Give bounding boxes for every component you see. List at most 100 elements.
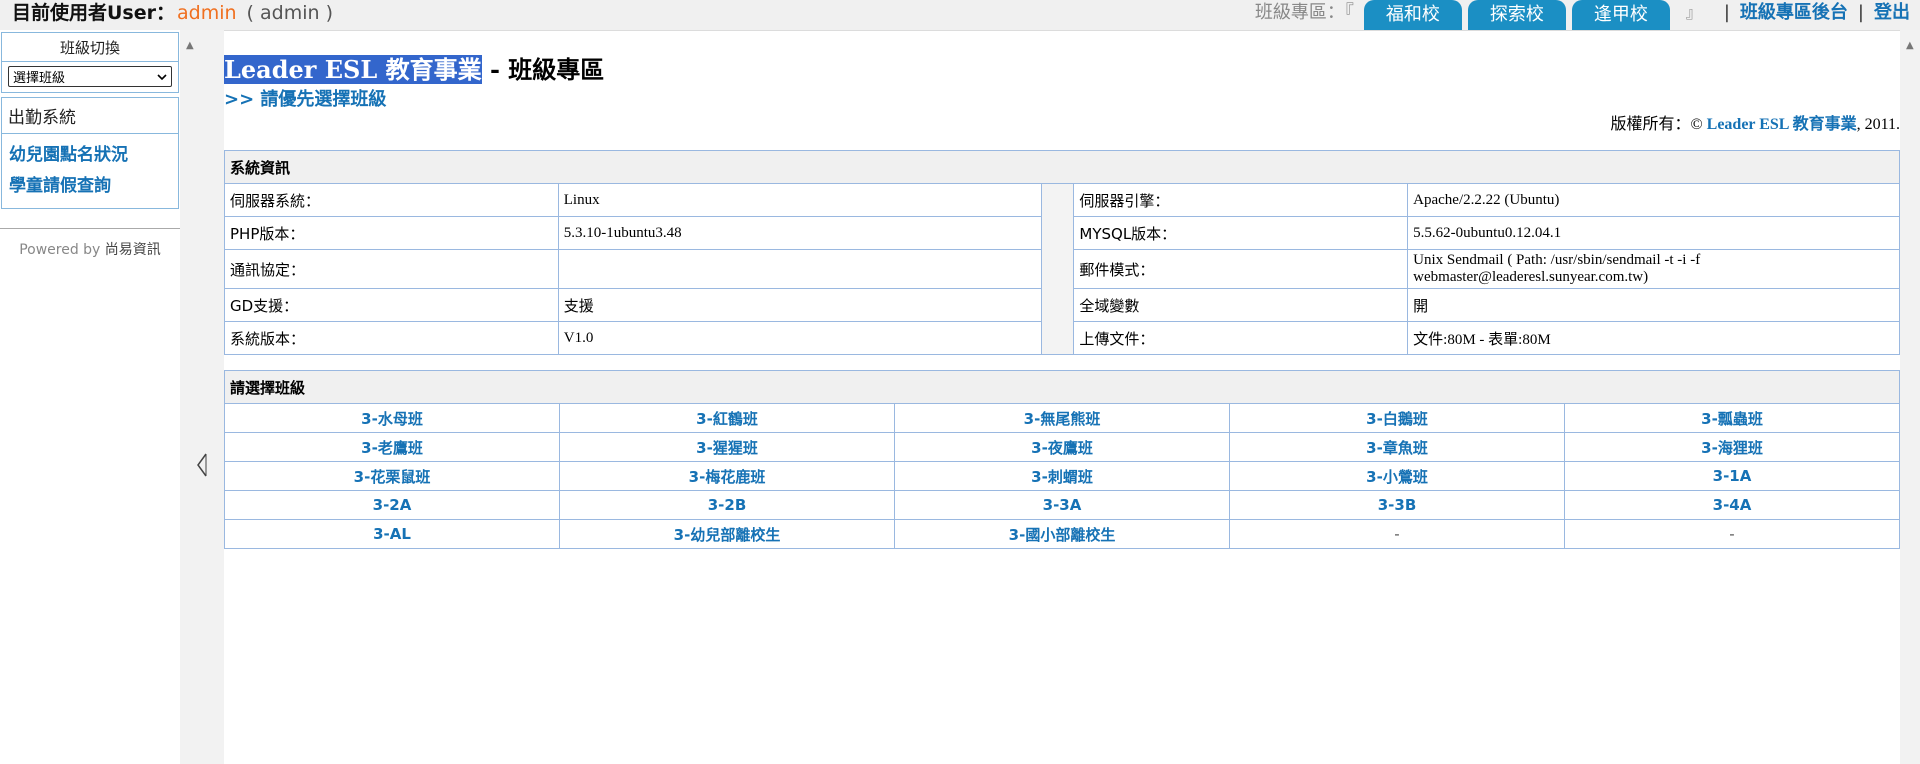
- class-link[interactable]: 3-國小部離校生: [1009, 526, 1116, 544]
- class-cell: 3-水母班: [224, 403, 560, 433]
- copyright-brand: Leader ESL 教育事業: [1706, 116, 1857, 133]
- info-value: 5.5.62-0ubuntu0.12.04.1: [1407, 216, 1900, 250]
- class-cell: 3-AL: [224, 519, 560, 549]
- info-label: MYSQL版本：: [1073, 216, 1409, 250]
- separator: |: [1723, 2, 1730, 23]
- zone-label: 班級專區：『: [1254, 2, 1354, 23]
- class-cell: 3-刺蝟班: [894, 461, 1230, 491]
- info-value: V1.0: [557, 321, 1043, 355]
- class-cell: 3-2B: [559, 490, 895, 520]
- class-link[interactable]: 3-3A: [1043, 496, 1082, 514]
- class-cell: 3-猩猩班: [559, 432, 895, 462]
- class-link[interactable]: 3-幼兒部離校生: [674, 526, 781, 544]
- class-link[interactable]: 3-4A: [1713, 496, 1752, 514]
- info-label: 通訊協定：: [224, 249, 559, 289]
- copyright-suffix: , 2011.: [1856, 116, 1900, 133]
- table-row: 3-老鷹班 3-猩猩班 3-夜鷹班 3-章魚班 3-海狸班: [224, 432, 1900, 462]
- select-class-notice[interactable]: >> 請優先選擇班級: [224, 85, 386, 111]
- class-link[interactable]: 3-水母班: [361, 410, 423, 428]
- page-title: Leader ESL 教育事業 - 班級專區: [224, 50, 604, 85]
- admin-backend-link[interactable]: 班級專區後台: [1740, 0, 1848, 26]
- class-link[interactable]: 3-無尾熊班: [1024, 410, 1101, 428]
- class-link[interactable]: 3-2B: [708, 496, 747, 514]
- info-value: [557, 249, 1043, 289]
- class-link[interactable]: 3-章魚班: [1366, 439, 1428, 457]
- class-cell: 3-2A: [224, 490, 560, 520]
- page-title-brand: Leader ESL 教育事業: [224, 55, 482, 84]
- class-link[interactable]: 3-白鵝班: [1366, 410, 1428, 428]
- main-content: Leader ESL 教育事業 - 班級專區 >> 請優先選擇班級 版權所有：©…: [224, 30, 1900, 764]
- info-label: PHP版本：: [224, 216, 559, 250]
- class-link[interactable]: 3-瓢蟲班: [1701, 410, 1763, 428]
- class-switch-panel: 班級切換 選擇班級: [1, 32, 179, 93]
- powered-by-name: 尚易資訊: [104, 242, 161, 258]
- copyright-prefix: 版權所有：©: [1610, 116, 1703, 133]
- powered-by-label: Powered by: [19, 242, 101, 258]
- class-link[interactable]: 3-3B: [1378, 496, 1417, 514]
- class-selection-heading: 請選擇班級: [224, 370, 1900, 404]
- class-cell: 3-章魚班: [1229, 432, 1565, 462]
- info-value: Linux: [557, 183, 1043, 217]
- table-row: 伺服器系統： Linux 伺服器引擎： Apache/2.2.22 (Ubunt…: [224, 183, 1900, 355]
- class-select-value: 選擇班級: [13, 71, 66, 86]
- info-label: GD支援：: [224, 288, 559, 322]
- table-row: 3-AL 3-幼兒部離校生 3-國小部離校生 - -: [224, 519, 1900, 549]
- scroll-up-icon[interactable]: ▲: [186, 40, 194, 51]
- table-row: 3-花栗鼠班 3-梅花鹿班 3-刺蝟班 3-小鶯班 3-1A: [224, 461, 1900, 491]
- copyright: 版權所有：© Leader ESL 教育事業, 2011.: [1610, 110, 1900, 134]
- chevron-down-icon: [157, 73, 167, 80]
- info-value: 文件:80M - 表單:80M: [1407, 321, 1900, 355]
- class-link[interactable]: 3-海狸班: [1701, 439, 1763, 457]
- class-cell: 3-夜鷹班: [894, 432, 1230, 462]
- info-label: 伺服器引擎：: [1073, 183, 1409, 217]
- tab-fengjia[interactable]: 逢甲校: [1571, 0, 1670, 30]
- info-divider: [1041, 183, 1075, 355]
- class-link[interactable]: 3-梅花鹿班: [689, 468, 766, 486]
- class-cell: 3-花栗鼠班: [224, 461, 560, 491]
- info-label: 系統版本：: [224, 321, 559, 355]
- class-link[interactable]: 3-小鶯班: [1366, 468, 1428, 486]
- page-title-section: - 班級專區: [481, 55, 605, 84]
- attendance-panel: 出勤系統 幼兒園點名狀況 學童請假查詢: [1, 97, 179, 209]
- class-cell: 3-白鵝班: [1229, 403, 1565, 433]
- class-link[interactable]: 3-花栗鼠班: [354, 468, 431, 486]
- class-switch-title: 班級切換: [2, 33, 178, 62]
- user-label: 目前使用者User：: [12, 2, 175, 24]
- scrollbar[interactable]: ▲: [1900, 30, 1920, 764]
- class-cell: 3-瓢蟲班: [1564, 403, 1900, 433]
- info-value: 開: [1407, 288, 1900, 322]
- class-cell: 3-老鷹班: [224, 432, 560, 462]
- class-select[interactable]: 選擇班級: [8, 66, 172, 87]
- class-cell: 3-1A: [1564, 461, 1900, 491]
- attendance-title: 出勤系統: [2, 98, 178, 134]
- collapse-sidebar-icon[interactable]: [196, 452, 208, 478]
- class-link[interactable]: 3-猩猩班: [696, 439, 758, 457]
- class-link[interactable]: 3-1A: [1713, 467, 1752, 485]
- class-cell: 3-幼兒部離校生: [559, 519, 895, 549]
- empty-class-cell: -: [1564, 519, 1900, 549]
- class-select-wrap: 選擇班級: [2, 62, 178, 92]
- kindergarten-rollcall-link[interactable]: 幼兒園點名狀況: [2, 134, 178, 165]
- class-link[interactable]: 3-2A: [373, 496, 412, 514]
- class-link[interactable]: 3-AL: [373, 525, 411, 543]
- table-row: 3-水母班 3-紅鶴班 3-無尾熊班 3-白鵝班 3-瓢蟲班: [224, 403, 1900, 433]
- info-value: Apache/2.2.22 (Ubuntu): [1407, 183, 1900, 217]
- info-label: 全域變數: [1073, 288, 1409, 322]
- info-value: 5.3.10-1ubuntu3.48: [557, 216, 1043, 250]
- zone-end: 』: [1685, 3, 1702, 22]
- class-cell: 3-無尾熊班: [894, 403, 1230, 433]
- logout-link[interactable]: 登出: [1874, 0, 1910, 26]
- tab-explore[interactable]: 探索校: [1467, 0, 1566, 30]
- info-label: 伺服器系統：: [224, 183, 559, 217]
- class-link[interactable]: 3-刺蝟班: [1031, 468, 1093, 486]
- class-link[interactable]: 3-老鷹班: [361, 439, 423, 457]
- scroll-up-icon[interactable]: ▲: [1906, 40, 1914, 51]
- info-label: 郵件模式：: [1073, 249, 1409, 289]
- class-link[interactable]: 3-紅鶴班: [696, 410, 758, 428]
- top-bar: 目前使用者User： admin ( admin ) 班級專區：『 福和校 探索校 …: [0, 0, 1920, 31]
- class-link[interactable]: 3-夜鷹班: [1031, 439, 1093, 457]
- tab-fuhe[interactable]: 福和校: [1363, 0, 1462, 30]
- class-cell: 3-小鶯班: [1229, 461, 1565, 491]
- student-leave-query-link[interactable]: 學童請假查詢: [2, 165, 178, 196]
- sidebar-gutter: ▲: [180, 30, 224, 764]
